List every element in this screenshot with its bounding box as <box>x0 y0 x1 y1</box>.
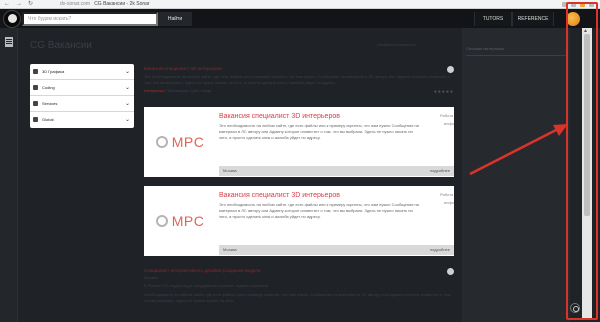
annotation-arrow <box>469 124 568 176</box>
arrow-line <box>469 126 561 176</box>
